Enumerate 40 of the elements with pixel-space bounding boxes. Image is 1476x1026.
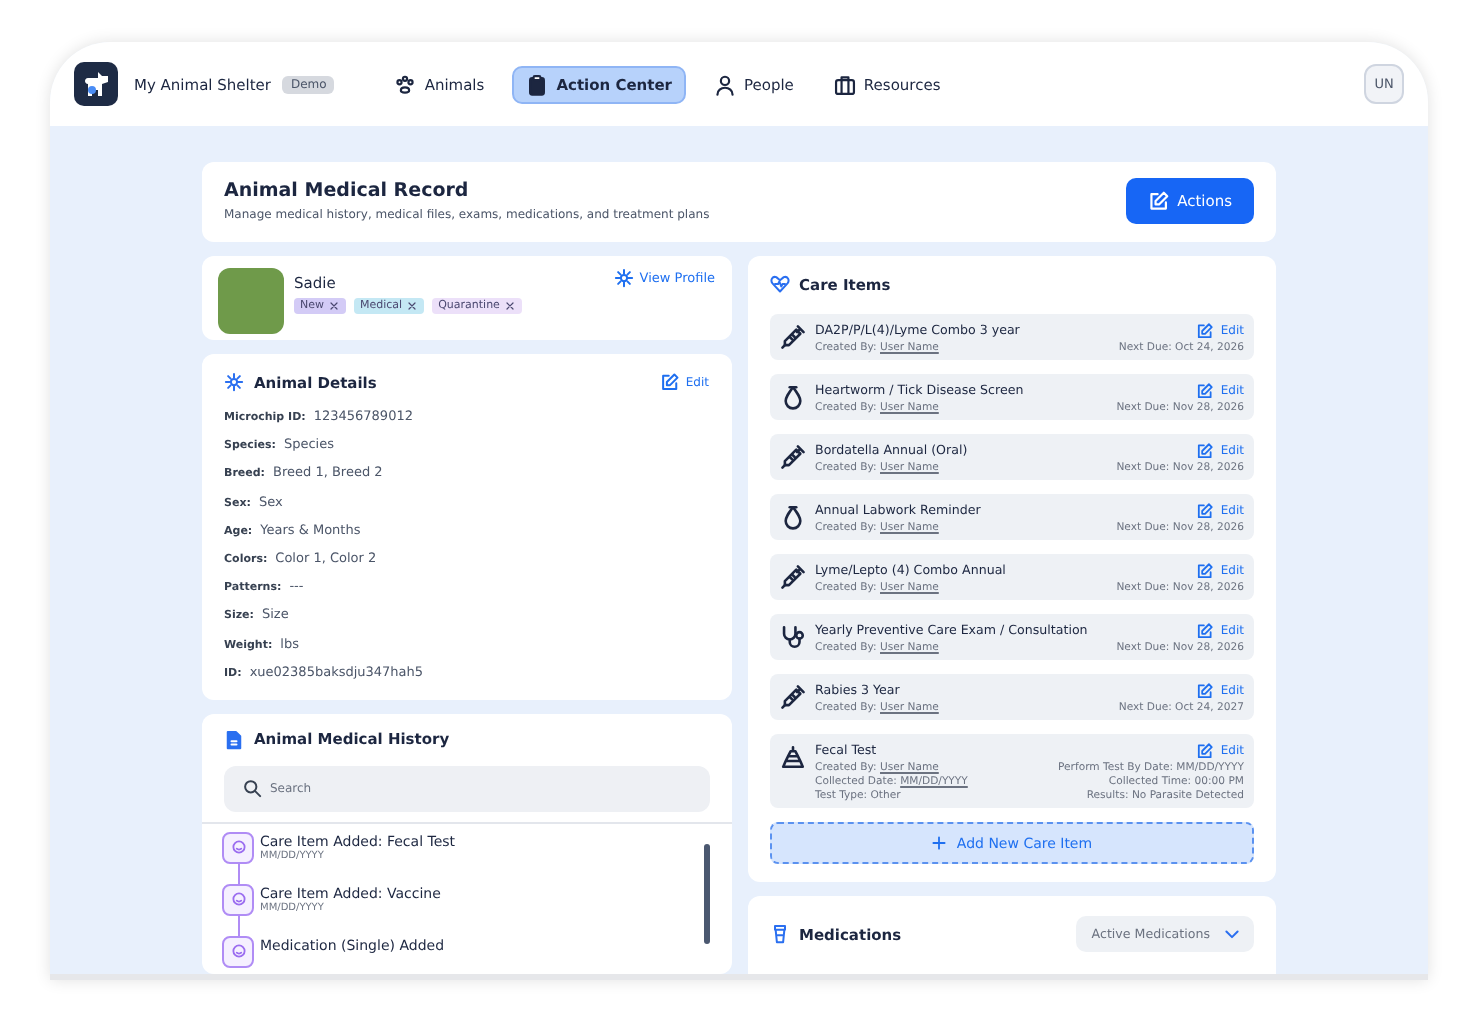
stool-icon — [779, 744, 805, 770]
smiley-icon — [229, 838, 247, 857]
smiley-icon — [229, 890, 247, 909]
syringe-icon — [779, 684, 805, 710]
syringe-icon — [779, 564, 805, 590]
edit-icon — [1196, 622, 1215, 640]
document-icon — [224, 729, 244, 750]
person-icon — [714, 73, 736, 95]
plus-icon — [930, 834, 949, 852]
edit-icon — [659, 372, 680, 392]
drop-icon — [779, 504, 805, 530]
pill-bottle-icon — [769, 924, 789, 944]
smiley-icon — [229, 942, 247, 961]
syringe-icon — [779, 444, 805, 470]
search-icon — [242, 778, 262, 799]
gear-icon — [613, 268, 634, 288]
briefcase-icon — [833, 73, 856, 95]
stethoscope-icon — [779, 624, 805, 650]
close-icon[interactable] — [406, 300, 419, 312]
edit-icon — [1196, 742, 1215, 760]
edit-icon — [1147, 190, 1170, 212]
edit-icon — [1196, 322, 1215, 340]
photo-placeholder — [218, 268, 284, 334]
scrollbar-thumb[interactable] — [703, 843, 709, 944]
syringe-icon — [779, 324, 805, 350]
clipboard-icon — [526, 73, 549, 95]
edit-icon — [1196, 562, 1215, 580]
close-icon[interactable] — [328, 300, 340, 312]
drop-icon — [779, 384, 805, 410]
edit-icon — [1196, 682, 1215, 700]
paw-icon — [394, 73, 417, 95]
chevron-down-icon — [1222, 924, 1242, 944]
edit-icon — [1196, 502, 1215, 520]
close-icon[interactable] — [503, 300, 516, 312]
app-logo — [74, 62, 118, 106]
edit-icon — [1196, 442, 1215, 460]
edit-icon — [1196, 382, 1215, 400]
heart-pulse-icon — [769, 274, 789, 294]
page-title: Animal Medical Record — [224, 180, 471, 202]
gear-icon — [224, 372, 244, 392]
